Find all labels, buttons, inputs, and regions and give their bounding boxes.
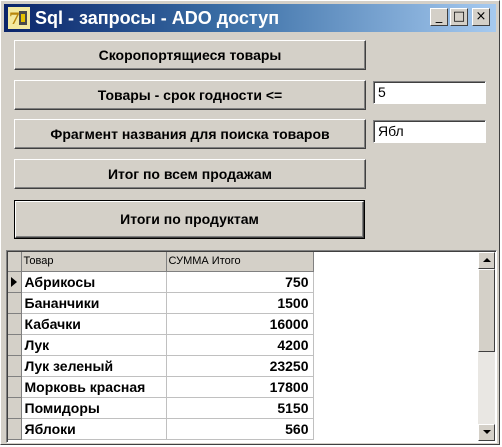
sum-cell[interactable]: 16000	[166, 313, 314, 335]
column-header-sum[interactable]: СУММА Итого	[166, 252, 314, 272]
title-bar[interactable]: 7 Sql - запросы - ADO доступ _ □ ×	[4, 4, 496, 32]
current-row-arrow-icon	[11, 276, 17, 287]
arrow-down-icon	[483, 430, 491, 434]
scroll-down-button[interactable]	[478, 424, 495, 441]
row-indicator-header	[8, 252, 22, 272]
scroll-thumb[interactable]	[478, 269, 495, 352]
row-indicator	[8, 313, 22, 335]
row-indicator	[8, 355, 22, 377]
results-grid[interactable]: Товар СУММА Итого Абрикосы 750 Бананчики…	[6, 250, 497, 443]
shelf-life-input[interactable]: 5	[373, 81, 486, 104]
sum-cell[interactable]: 17800	[166, 376, 314, 398]
sum-cell[interactable]: 4200	[166, 334, 314, 356]
table-row[interactable]: Яблоки 560	[8, 418, 314, 440]
product-cell[interactable]: Абрикосы	[21, 271, 167, 293]
table-row[interactable]: Лук зеленый 23250	[8, 355, 314, 377]
maximize-button[interactable]: □	[450, 8, 468, 26]
product-cell[interactable]: Помидоры	[21, 397, 167, 419]
total-sales-button[interactable]: Итог по всем продажам	[14, 159, 366, 189]
close-button[interactable]: ×	[472, 8, 490, 26]
main-window: 7 Sql - запросы - ADO доступ _ □ × Скоро…	[0, 0, 500, 445]
sum-cell[interactable]: 1500	[166, 292, 314, 314]
minimize-button[interactable]: _	[430, 8, 448, 26]
table-row[interactable]: Кабачки 16000	[8, 313, 314, 335]
name-search-button[interactable]: Фрагмент названия для поиска товаров	[14, 119, 366, 149]
column-header-product[interactable]: Товар	[21, 252, 167, 272]
sum-cell[interactable]: 560	[166, 418, 314, 440]
grid-header-row: Товар СУММА Итого	[8, 252, 314, 272]
sum-cell[interactable]: 750	[166, 271, 314, 293]
svg-text:7: 7	[9, 9, 20, 28]
table-row[interactable]: Помидоры 5150	[8, 397, 314, 419]
product-cell[interactable]: Лук зеленый	[21, 355, 167, 377]
delphi-7-icon: 7	[8, 7, 30, 29]
product-cell[interactable]: Яблоки	[21, 418, 167, 440]
row-indicator	[8, 292, 22, 314]
name-fragment-input[interactable]: Ябл	[373, 120, 486, 143]
vertical-scrollbar[interactable]	[478, 252, 495, 441]
row-indicator	[8, 397, 22, 419]
row-indicator	[8, 334, 22, 356]
shelf-life-button[interactable]: Товары - срок годности <=	[14, 80, 366, 110]
product-cell[interactable]: Бананчики	[21, 292, 167, 314]
perishable-goods-button[interactable]: Скоропортящиеся товары	[14, 40, 366, 70]
product-totals-button[interactable]: Итоги по продуктам	[14, 200, 365, 239]
product-cell[interactable]: Морковь красная	[21, 376, 167, 398]
results-table: Товар СУММА Итого Абрикосы 750 Бананчики…	[8, 252, 314, 440]
window-title: Sql - запросы - ADO доступ	[35, 8, 280, 28]
product-cell[interactable]: Кабачки	[21, 313, 167, 335]
table-row[interactable]: Морковь красная 17800	[8, 376, 314, 398]
table-row[interactable]: Бананчики 1500	[8, 292, 314, 314]
row-indicator	[8, 418, 22, 440]
sum-cell[interactable]: 23250	[166, 355, 314, 377]
arrow-up-icon	[483, 258, 491, 262]
row-indicator	[8, 271, 22, 293]
product-cell[interactable]: Лук	[21, 334, 167, 356]
scroll-up-button[interactable]	[478, 252, 495, 269]
row-indicator	[8, 376, 22, 398]
table-row[interactable]: Абрикосы 750	[8, 271, 314, 293]
table-row[interactable]: Лук 4200	[8, 334, 314, 356]
sum-cell[interactable]: 5150	[166, 397, 314, 419]
